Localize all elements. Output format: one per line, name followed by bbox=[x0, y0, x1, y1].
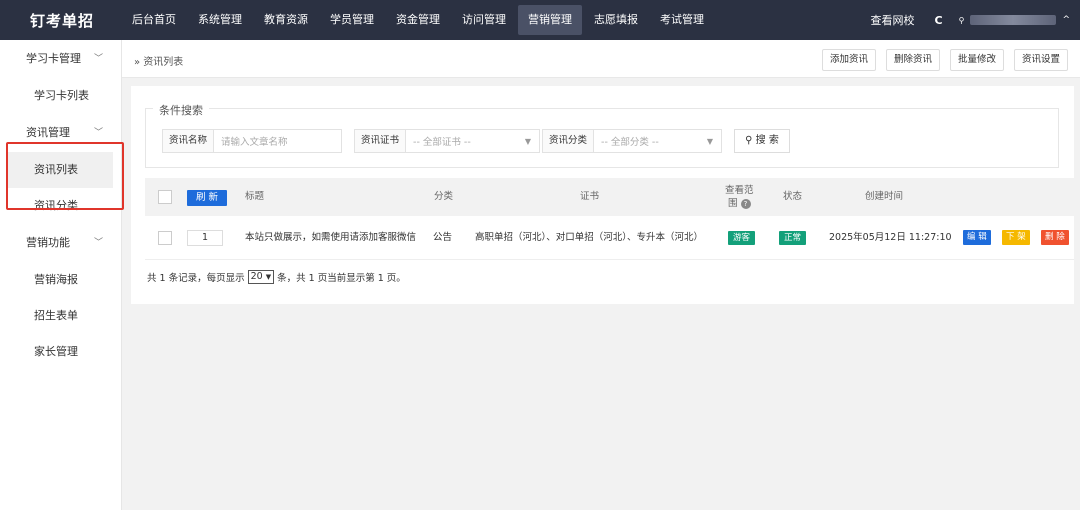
delete-news-button[interactable]: 删除资讯 bbox=[885, 49, 940, 71]
news-settings-button[interactable]: 资讯设置 bbox=[1013, 49, 1068, 71]
row-title: 本站只做展示，如需使用请添加客服微信 bbox=[245, 232, 417, 243]
scope-badge: 游客 bbox=[728, 231, 756, 245]
nav-item-marketing[interactable]: 营销管理 bbox=[518, 5, 582, 35]
add-news-button[interactable]: 添加资讯 bbox=[821, 49, 876, 71]
scope-header-line1: 查看范 bbox=[725, 185, 754, 196]
batch-edit-button[interactable]: 批量修改 bbox=[949, 49, 1004, 71]
breadcrumb-bar: » 资讯列表 添加资讯 删除资讯 批量修改 资讯设置 bbox=[122, 40, 1080, 78]
select-all-checkbox[interactable] bbox=[158, 190, 172, 204]
status-badge: 正常 bbox=[779, 231, 807, 245]
chevron-down-icon: ▼ bbox=[524, 136, 531, 146]
search-icon: ⚲ bbox=[745, 135, 753, 146]
sidebar-item-study-card-list[interactable]: 学习卡列表 bbox=[0, 78, 121, 114]
scope-header-line2-wrap: 围 ? bbox=[725, 197, 754, 210]
chevron-up-icon: ^ bbox=[1062, 15, 1070, 25]
page-size-value: 20 bbox=[250, 271, 263, 282]
refresh-button[interactable]: 刷 新 bbox=[187, 190, 228, 206]
row-checkbox[interactable] bbox=[158, 231, 172, 245]
sidebar-item-posters[interactable]: 营销海报 bbox=[0, 262, 121, 298]
sidebar-group-label: 营销功能 bbox=[26, 236, 70, 249]
breadcrumb: » 资讯列表 bbox=[134, 57, 184, 68]
sidebar-group-study-card[interactable]: 学习卡管理 ﹀ bbox=[0, 40, 121, 78]
row-created: 2025年05月12日 11:27:10 bbox=[829, 232, 952, 243]
edit-button[interactable]: 编 辑 bbox=[963, 230, 991, 245]
cert-label: 资讯证书 bbox=[355, 130, 407, 152]
sidebar-group-label: 资讯管理 bbox=[26, 126, 70, 139]
user-icon: ⚲ bbox=[958, 15, 965, 25]
nav-item-home[interactable]: 后台首页 bbox=[122, 0, 186, 40]
nav-item-exams[interactable]: 考试管理 bbox=[650, 0, 714, 40]
table-row: 1 本站只做展示，如需使用请添加客服微信 公告 高职单招（河北）、对口单招（河北… bbox=[145, 216, 1074, 260]
pager-prefix: 共 1 条记录，每页显示 bbox=[147, 273, 245, 284]
pager-suffix: 条，共 1 页当前显示第 1 页。 bbox=[277, 273, 406, 284]
category-label: 资讯分类 bbox=[543, 130, 595, 152]
sidebar-group-label: 学习卡管理 bbox=[26, 52, 81, 65]
sidebar-group-marketing[interactable]: 营销功能 ﹀ bbox=[0, 224, 121, 262]
search-fieldset: 资讯名称 请输入文章名称 资讯证书 -- 全部证书 -- ▼ 资讯分类 -- 全… bbox=[145, 108, 1059, 168]
chevron-down-icon: ﹀ bbox=[94, 238, 104, 248]
col-header-title: 标题 bbox=[245, 191, 265, 202]
user-menu[interactable]: ⚲ ^ bbox=[959, 15, 1070, 25]
chevron-down-icon: ﹀ bbox=[94, 54, 104, 64]
search-button-label: 搜 索 bbox=[755, 135, 779, 146]
col-header-cert: 证书 bbox=[580, 191, 600, 202]
category-select[interactable]: -- 全部分类 -- bbox=[594, 134, 707, 148]
pagination: 共 1 条记录，每页显示 20 ▼ 条，共 1 页当前显示第 1 页。 bbox=[147, 270, 406, 284]
col-header-scope: 查看范 围 ? bbox=[725, 184, 754, 210]
nav-item-volunteer[interactable]: 志愿填报 bbox=[584, 0, 648, 40]
page-size-select[interactable]: 20 ▼ bbox=[247, 270, 275, 284]
row-category: 公告 bbox=[433, 232, 453, 243]
sidebar-item-parents[interactable]: 家长管理 bbox=[0, 334, 121, 370]
delete-button[interactable]: 删 除 bbox=[1041, 230, 1069, 245]
scope-header-line2: 围 bbox=[727, 198, 738, 209]
refresh-icon[interactable]: C bbox=[935, 14, 943, 27]
view-site-link[interactable]: 查看网校 bbox=[871, 12, 915, 28]
app-logo[interactable]: 钉考单招 bbox=[0, 10, 122, 31]
nav-item-access[interactable]: 访问管理 bbox=[452, 0, 516, 40]
nav-item-students[interactable]: 学员管理 bbox=[320, 0, 384, 40]
category-select-field[interactable]: 资讯分类 -- 全部分类 -- ▼ bbox=[542, 129, 722, 153]
nav-item-finance[interactable]: 资金管理 bbox=[386, 0, 450, 40]
name-search-field: 资讯名称 请输入文章名称 bbox=[162, 129, 342, 153]
chevron-down-icon: ▼ bbox=[265, 273, 272, 281]
cert-select-field[interactable]: 资讯证书 -- 全部证书 -- ▼ bbox=[354, 129, 540, 153]
col-header-created: 创建时间 bbox=[865, 191, 904, 202]
help-icon[interactable]: ? bbox=[740, 199, 751, 209]
chevron-down-icon: ▼ bbox=[706, 136, 713, 146]
nav-item-education[interactable]: 教育资源 bbox=[254, 0, 318, 40]
toolbar: 添加资讯 删除资讯 批量修改 资讯设置 bbox=[812, 49, 1068, 71]
main-panel: 资讯名称 请输入文章名称 资讯证书 -- 全部证书 -- ▼ 资讯分类 -- 全… bbox=[131, 86, 1074, 304]
name-label: 资讯名称 bbox=[163, 130, 215, 152]
username-redacted bbox=[970, 15, 1057, 25]
sidebar: 学习卡管理 ﹀ 学习卡列表 资讯管理 ﹀ 资讯列表 资讯分类 营销功能 ﹀ 营销… bbox=[0, 40, 124, 510]
top-right-tools: 查看网校 C ⚲ ^ bbox=[861, 0, 1080, 40]
col-header-status: 状态 bbox=[783, 191, 803, 202]
offline-button[interactable]: 下 架 bbox=[1002, 230, 1030, 245]
top-navbar: 钉考单招 后台首页 系统管理 教育资源 学员管理 资金管理 访问管理 营销管理 … bbox=[0, 0, 1080, 40]
sidebar-item-enroll-form[interactable]: 招生表单 bbox=[0, 298, 121, 334]
row-cert: 高职单招（河北）、对口单招（河北）、专升本（河北） bbox=[475, 232, 704, 243]
nav-item-system[interactable]: 系统管理 bbox=[188, 0, 252, 40]
order-input[interactable]: 1 bbox=[187, 230, 223, 246]
search-legend: 条件搜索 bbox=[153, 102, 209, 118]
search-button[interactable]: ⚲ 搜 索 bbox=[734, 129, 790, 153]
highlight-box bbox=[6, 142, 124, 210]
col-header-category: 分类 bbox=[434, 191, 454, 202]
cert-select[interactable]: -- 全部证书 -- bbox=[406, 134, 525, 148]
table-header: 刷 新 标题 分类 证书 查看范 围 ? 状态 创建时间 bbox=[145, 178, 1074, 216]
main-nav: 后台首页 系统管理 教育资源 学员管理 资金管理 访问管理 营销管理 志愿填报 … bbox=[122, 0, 716, 40]
name-input[interactable]: 请输入文章名称 bbox=[214, 134, 341, 148]
